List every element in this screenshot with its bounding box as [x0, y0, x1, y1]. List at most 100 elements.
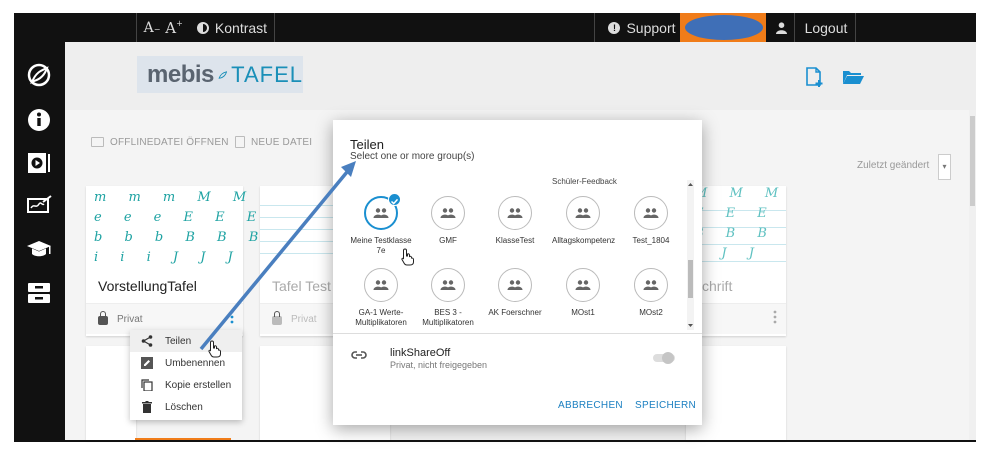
dialog-divider: [333, 333, 702, 334]
more-options-icon[interactable]: [230, 310, 234, 327]
menu-item-copy[interactable]: Kopie erstellen: [130, 374, 242, 396]
group-icon: [440, 280, 456, 290]
file-title: VorstellungTafel: [98, 278, 197, 294]
group-option[interactable]: GMF: [417, 196, 479, 246]
page-scrollbar[interactable]: [969, 110, 976, 440]
group-option[interactable]: MOst2: [620, 268, 682, 318]
dialog-title: Teilen: [350, 137, 384, 152]
group-avatar: [364, 268, 398, 302]
context-menu: Teilen Umbenennen Kopie erstellen Lösche…: [130, 330, 242, 420]
handwriting-preview: b b b B B B: [94, 230, 268, 245]
group-label: MOst1: [571, 308, 595, 317]
support-button[interactable]: ! Support: [602, 13, 682, 42]
group-list-scrollbar[interactable]: [686, 180, 695, 330]
group-avatar: [431, 268, 465, 302]
group-label: GA-1 Werte-Multiplikatoren: [355, 308, 407, 327]
handwriting-preview: E E E: [694, 206, 776, 221]
group-option[interactable]: KlasseTest: [484, 196, 546, 246]
scrollbar-track: [687, 180, 694, 330]
logout-button[interactable]: Logout: [798, 13, 854, 42]
info-icon: [28, 109, 50, 131]
nav-media[interactable]: [24, 148, 54, 178]
page-scroll-thumb[interactable]: [970, 116, 975, 206]
logo-mebis-text: mebis: [147, 60, 214, 88]
lock-icon: [98, 311, 108, 325]
font-smaller-button[interactable]: A−: [142, 13, 162, 42]
user-icon[interactable]: [770, 13, 792, 42]
group-option[interactable]: MOst1: [552, 268, 614, 318]
menu-item-delete[interactable]: Löschen: [130, 396, 242, 418]
link-share-subtitle: Privat, nicht freigegeben: [390, 360, 488, 370]
group-label: GMF: [439, 236, 457, 245]
alert-icon: !: [608, 21, 621, 34]
frame-bottom: [14, 440, 976, 442]
nav-learning[interactable]: [24, 234, 54, 264]
contrast-button[interactable]: Kontrast: [192, 13, 272, 42]
open-folder-icon[interactable]: [842, 66, 864, 88]
folder-icon: [91, 137, 104, 147]
leaf-logo-icon: [218, 70, 228, 79]
group-label: KlasseTest: [495, 236, 535, 245]
separator: [855, 13, 856, 42]
lock-icon: [272, 311, 282, 325]
side-nav: [14, 42, 65, 440]
group-avatar: [498, 196, 532, 230]
link-icon: [351, 351, 367, 359]
file-icon: [235, 136, 245, 148]
link-share-title: linkShareOff: [390, 347, 451, 359]
graduation-cap-icon: [27, 241, 51, 257]
media-library-icon: [28, 153, 50, 173]
user-name-button[interactable]: [680, 13, 766, 42]
cancel-button[interactable]: ABBRECHEN: [558, 400, 623, 411]
new-file-button[interactable]: NEUE DATEI: [235, 131, 312, 153]
hand-cursor-icon: [401, 248, 414, 266]
visibility-label: Privat: [291, 313, 317, 325]
mebis-tafel-logo: mebis TAFEL: [137, 56, 303, 93]
file-card[interactable]: m m m M M M e e e E E E b b b B B B i i …: [86, 186, 282, 336]
group-option[interactable]: Meine Testklasse 7e: [350, 193, 412, 256]
file-card[interactable]: [86, 346, 136, 440]
visibility-label: Privat: [117, 313, 143, 325]
group-label: Test_1804: [632, 236, 670, 245]
group-option[interactable]: GA-1 Werte-Multiplikatoren: [350, 268, 412, 328]
dialog-subtitle: Select one or more group(s): [350, 151, 475, 162]
group-option[interactable]: Test_1804: [620, 196, 682, 246]
new-file-icon[interactable]: [803, 66, 825, 88]
group-avatar: [364, 193, 401, 230]
group-option[interactable]: BES 3 - Multiplikatoren: [417, 268, 479, 328]
more-options-icon[interactable]: [773, 310, 777, 327]
menu-item-rename[interactable]: Umbenennen: [130, 352, 242, 374]
contrast-icon: [196, 21, 209, 34]
group-option[interactable]: Alltagskompetenz: [552, 196, 615, 246]
selected-check-icon: [388, 193, 401, 206]
person-icon: [775, 21, 787, 34]
top-bar: A− A+ Kontrast ! Support Logout: [14, 13, 976, 42]
toggle-knob: [662, 352, 674, 364]
nav-home[interactable]: [24, 60, 54, 90]
whiteboard-icon: [27, 195, 52, 213]
open-offline-file-button[interactable]: OFFLINEDATEI ÖFFNEN: [91, 131, 229, 153]
logout-label: Logout: [804, 19, 848, 36]
font-larger-button[interactable]: A+: [164, 13, 184, 42]
group-icon: [643, 208, 659, 218]
hand-cursor-icon: [208, 340, 221, 358]
font-smaller-icon: A−: [143, 19, 161, 36]
contrast-label: Kontrast: [214, 19, 268, 36]
menu-item-share[interactable]: Teilen: [130, 330, 242, 352]
link-share-toggle[interactable]: [650, 352, 676, 364]
group-avatar: [634, 196, 668, 230]
nav-archive[interactable]: [24, 278, 54, 308]
nav-tafel[interactable]: [24, 190, 54, 220]
sort-select[interactable]: Zuletzt geändert: [857, 160, 929, 171]
handwriting-preview: B B B: [694, 226, 776, 241]
logo-tafel-text: TAFEL: [231, 61, 303, 87]
save-button[interactable]: SPEICHERN: [635, 400, 696, 411]
group-label: MOst2: [639, 308, 663, 317]
nav-info[interactable]: [24, 105, 54, 135]
group-icon: [440, 208, 456, 218]
group-option[interactable]: AK Foerschner: [484, 268, 546, 318]
group-icon: [643, 280, 659, 290]
edit-icon: [141, 357, 153, 369]
sort-caret-icon[interactable]: ▾: [938, 154, 951, 180]
font-larger-icon: A+: [165, 18, 183, 37]
